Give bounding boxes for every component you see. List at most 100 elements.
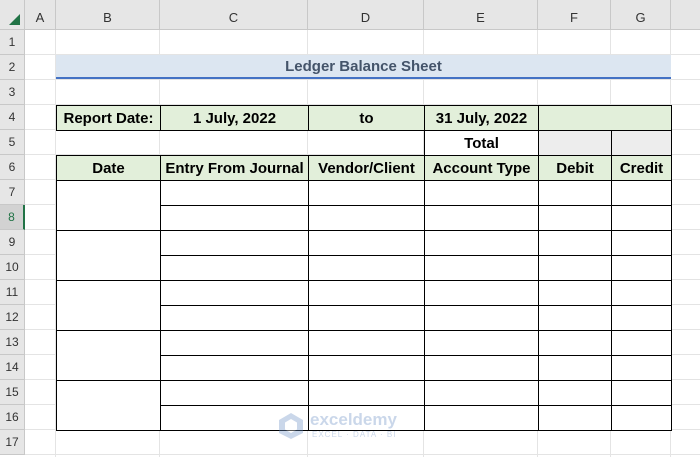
account-cell[interactable]: [425, 381, 539, 406]
row-header-9[interactable]: 9: [0, 230, 25, 255]
row-header-17[interactable]: 17: [0, 430, 25, 455]
row-header-3[interactable]: 3: [0, 80, 25, 105]
vendor-cell[interactable]: [309, 256, 425, 281]
row-header-8[interactable]: 8: [0, 205, 25, 230]
debit-cell[interactable]: [539, 206, 612, 231]
report-date-label[interactable]: Report Date:: [57, 106, 161, 131]
entry-cell[interactable]: [161, 231, 309, 256]
account-cell[interactable]: [425, 306, 539, 331]
spreadsheet: A B C D E F G 1 2 3 4 5 6 7 8 9 10 11 12…: [0, 0, 700, 457]
entry-cell[interactable]: [161, 331, 309, 356]
account-cell[interactable]: [425, 281, 539, 306]
total-debit[interactable]: [539, 131, 612, 156]
header-credit[interactable]: Credit: [612, 156, 672, 181]
credit-cell[interactable]: [612, 256, 672, 281]
entry-cell[interactable]: [161, 306, 309, 331]
date-cell[interactable]: [57, 231, 161, 281]
column-header-c[interactable]: C: [160, 0, 308, 30]
debit-cell[interactable]: [539, 306, 612, 331]
entry-cell[interactable]: [161, 206, 309, 231]
row-header-12[interactable]: 12: [0, 305, 25, 330]
date-cell[interactable]: [57, 331, 161, 381]
row-header-14[interactable]: 14: [0, 355, 25, 380]
entry-cell[interactable]: [161, 181, 309, 206]
report-date-blank[interactable]: [539, 106, 672, 131]
watermark-tagline: EXCEL · DATA · BI: [312, 430, 397, 439]
debit-cell[interactable]: [539, 381, 612, 406]
account-cell[interactable]: [425, 181, 539, 206]
credit-cell[interactable]: [612, 281, 672, 306]
select-all-button[interactable]: [0, 0, 25, 30]
select-all-triangle-icon: [9, 14, 20, 25]
debit-cell[interactable]: [539, 406, 612, 431]
credit-cell[interactable]: [612, 206, 672, 231]
row-header-10[interactable]: 10: [0, 255, 25, 280]
date-cell[interactable]: [57, 281, 161, 331]
account-cell[interactable]: [425, 406, 539, 431]
debit-cell[interactable]: [539, 256, 612, 281]
header-debit[interactable]: Debit: [539, 156, 612, 181]
report-end-date[interactable]: 31 July, 2022: [425, 106, 539, 131]
row-header-1[interactable]: 1: [0, 30, 25, 55]
credit-cell[interactable]: [612, 406, 672, 431]
header-vendor-client[interactable]: Vendor/Client: [309, 156, 425, 181]
report-start-date[interactable]: 1 July, 2022: [161, 106, 309, 131]
vendor-cell[interactable]: [309, 181, 425, 206]
entry-cell[interactable]: [161, 356, 309, 381]
account-cell[interactable]: [425, 231, 539, 256]
credit-cell[interactable]: [612, 231, 672, 256]
row-header-4[interactable]: 4: [0, 105, 25, 130]
vendor-cell[interactable]: [309, 356, 425, 381]
column-header-f[interactable]: F: [538, 0, 611, 30]
row-header-15[interactable]: 15: [0, 380, 25, 405]
debit-cell[interactable]: [539, 231, 612, 256]
entry-cell[interactable]: [161, 256, 309, 281]
sheet-title[interactable]: Ledger Balance Sheet: [56, 55, 671, 79]
column-header-a[interactable]: A: [25, 0, 56, 30]
entry-cell[interactable]: [161, 381, 309, 406]
account-cell[interactable]: [425, 256, 539, 281]
account-cell[interactable]: [425, 356, 539, 381]
header-account-type[interactable]: Account Type: [425, 156, 539, 181]
watermark-name: exceldemy: [310, 410, 397, 429]
column-header-e[interactable]: E: [424, 0, 538, 30]
vendor-cell[interactable]: [309, 281, 425, 306]
column-header-h[interactable]: [671, 0, 700, 30]
report-to-label[interactable]: to: [309, 106, 425, 131]
vendor-cell[interactable]: [309, 231, 425, 256]
credit-cell[interactable]: [612, 381, 672, 406]
credit-cell[interactable]: [612, 306, 672, 331]
credit-cell[interactable]: [612, 331, 672, 356]
gridline: [25, 79, 700, 80]
account-cell[interactable]: [425, 331, 539, 356]
row-header-5[interactable]: 5: [0, 130, 25, 155]
exceldemy-watermark: exceldemy EXCEL · DATA · BI: [278, 410, 428, 442]
account-cell[interactable]: [425, 206, 539, 231]
header-date[interactable]: Date: [57, 156, 161, 181]
vendor-cell[interactable]: [309, 381, 425, 406]
vendor-cell[interactable]: [309, 206, 425, 231]
column-header-b[interactable]: B: [56, 0, 160, 30]
column-header-g[interactable]: G: [611, 0, 671, 30]
row-header-6[interactable]: 6: [0, 155, 25, 180]
debit-cell[interactable]: [539, 356, 612, 381]
row-header-11[interactable]: 11: [0, 280, 25, 305]
column-header-d[interactable]: D: [308, 0, 424, 30]
header-entry-from-journal[interactable]: Entry From Journal: [161, 156, 309, 181]
credit-cell[interactable]: [612, 181, 672, 206]
row-header-16[interactable]: 16: [0, 405, 25, 430]
vendor-cell[interactable]: [309, 331, 425, 356]
total-label[interactable]: Total: [425, 131, 539, 156]
date-cell[interactable]: [57, 381, 161, 431]
debit-cell[interactable]: [539, 181, 612, 206]
vendor-cell[interactable]: [309, 306, 425, 331]
credit-cell[interactable]: [612, 356, 672, 381]
row-header-7[interactable]: 7: [0, 180, 25, 205]
date-cell[interactable]: [57, 181, 161, 231]
row-header-13[interactable]: 13: [0, 330, 25, 355]
entry-cell[interactable]: [161, 281, 309, 306]
total-credit[interactable]: [612, 131, 672, 156]
debit-cell[interactable]: [539, 331, 612, 356]
debit-cell[interactable]: [539, 281, 612, 306]
row-header-2[interactable]: 2: [0, 55, 25, 80]
